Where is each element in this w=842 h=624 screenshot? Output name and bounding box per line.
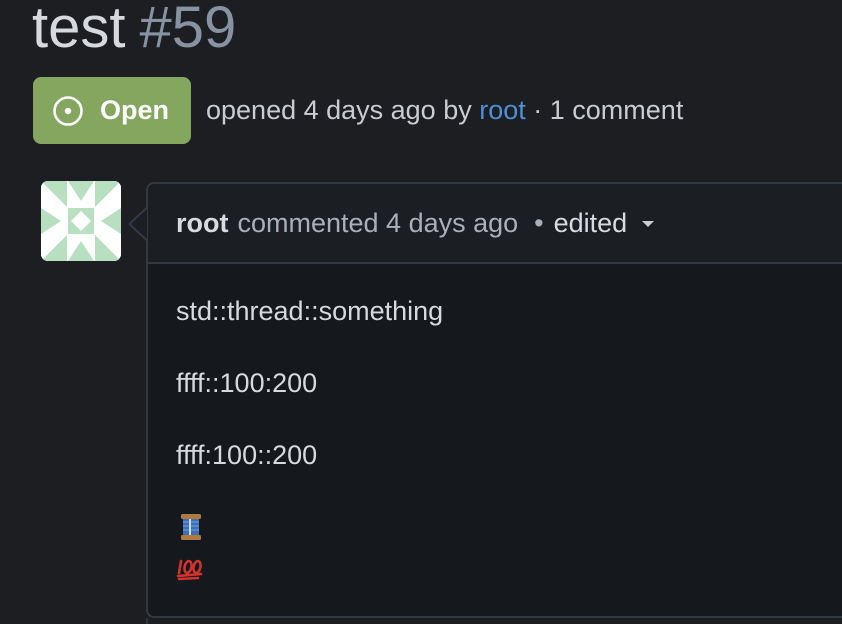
comment-paragraph: ffff::100:200: [176, 368, 318, 398]
issue-title: test #59: [32, 0, 236, 64]
separator-dot: •: [534, 207, 544, 238]
issue-title-text: test: [32, 0, 126, 60]
issue-page: test #59 Open opened 4 days ago by root ·…: [0, 0, 842, 624]
status-badge: Open: [33, 77, 191, 144]
issue-meta: Open opened 4 days ago by root · 1 comme…: [33, 77, 683, 144]
comment-header: root commented 4 days ago • edited: [148, 184, 842, 264]
timeline-line: [146, 618, 148, 624]
issue-meta-text: opened 4 days ago by root · 1 comment: [206, 95, 683, 126]
meta-suffix: · 1 comment: [533, 95, 684, 125]
comment-action: commented 4 days ago: [237, 207, 519, 238]
comment-paragraph: ffff:100::200: [176, 440, 318, 470]
comment-box: root commented 4 days ago • edited std::…: [146, 182, 842, 618]
comment-paragraph: std::thread::something: [176, 296, 444, 326]
meta-prefix: opened 4 days ago by: [206, 95, 472, 125]
issue-number: #59: [139, 0, 237, 60]
edited-dropdown[interactable]: edited: [554, 208, 655, 239]
thread-spool-icon: [181, 514, 201, 540]
hundred-points-icon: [176, 559, 203, 581]
chevron-down-icon: [642, 221, 655, 228]
author-link[interactable]: root: [479, 95, 526, 125]
edited-label: edited: [553, 207, 628, 238]
status-label: Open: [100, 95, 170, 125]
comment-author[interactable]: root: [176, 208, 228, 239]
identicon: [41, 181, 121, 261]
comment-pointer-fill: [131, 209, 147, 239]
issue-open-icon: [53, 95, 83, 126]
avatar[interactable]: [41, 181, 121, 261]
